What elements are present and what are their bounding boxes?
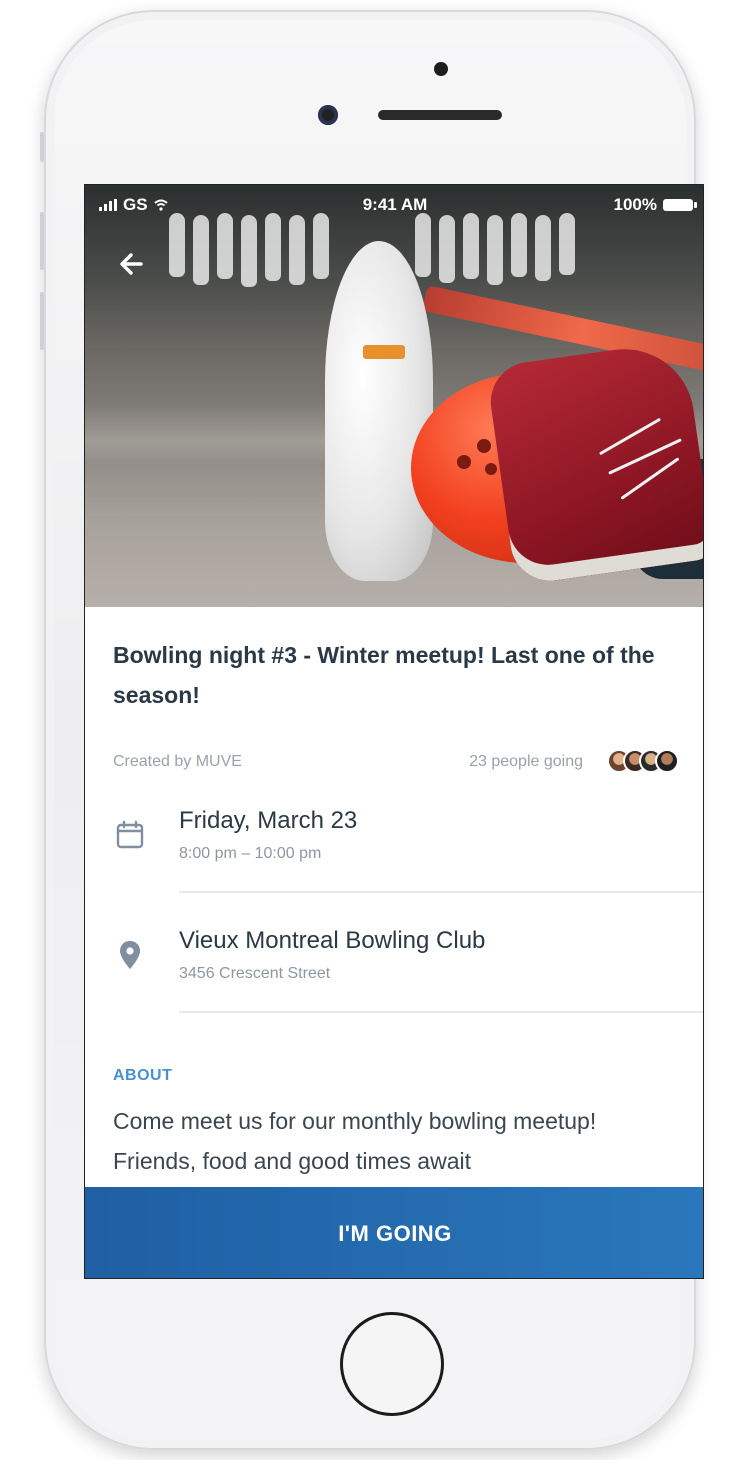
- calendar-icon: [116, 820, 144, 849]
- event-venue: Vieux Montreal Bowling Club: [179, 927, 486, 954]
- proximity-sensor: [434, 62, 448, 76]
- event-address: 3456 Crescent Street: [179, 965, 331, 982]
- avatar: [655, 749, 679, 773]
- front-camera: [318, 105, 338, 125]
- app-screen: GS 9:41 AM 100% Bowling night #3 - Winte…: [84, 184, 704, 1279]
- home-button[interactable]: [340, 1312, 444, 1416]
- status-bar: GS 9:41 AM 100%: [85, 191, 703, 219]
- event-meta: Created by MUVE 23 people going: [113, 749, 679, 779]
- bowling-pin: [325, 241, 433, 581]
- event-location-row[interactable]: Vieux Montreal Bowling Club 3456 Crescen…: [85, 927, 703, 1017]
- event-title: Bowling night #3 - Winter meetup! Last o…: [113, 642, 655, 708]
- status-time: 9:41 AM: [362, 195, 428, 214]
- divider: [179, 1011, 703, 1013]
- back-arrow-icon[interactable]: [115, 247, 149, 281]
- event-date: Friday, March 23: [179, 807, 358, 834]
- im-going-label: I'M GOING: [338, 1220, 452, 1246]
- event-time-range: 8:00 pm – 10:00 pm: [179, 845, 322, 862]
- battery-percent: 100%: [613, 195, 657, 214]
- battery-icon: [663, 199, 697, 211]
- divider: [179, 891, 703, 893]
- event-hero-image: GS 9:41 AM 100%: [85, 185, 703, 607]
- created-by-label: Created by MUVE: [113, 753, 242, 770]
- earpiece-speaker: [378, 110, 502, 120]
- volume-down-button: [40, 292, 44, 350]
- about-section-label: ABOUT: [113, 1067, 173, 1084]
- attendee-avatars[interactable]: [607, 749, 679, 773]
- location-pin-icon: [120, 941, 140, 969]
- mute-switch: [40, 132, 44, 162]
- im-going-button[interactable]: I'M GOING: [85, 1187, 703, 1278]
- volume-up-button: [40, 212, 44, 270]
- attendee-count[interactable]: 23 people going: [469, 753, 583, 771]
- event-date-row[interactable]: Friday, March 23 8:00 pm – 10:00 pm: [85, 807, 703, 897]
- about-text: Come meet us for our monthly bowling mee…: [113, 1108, 597, 1174]
